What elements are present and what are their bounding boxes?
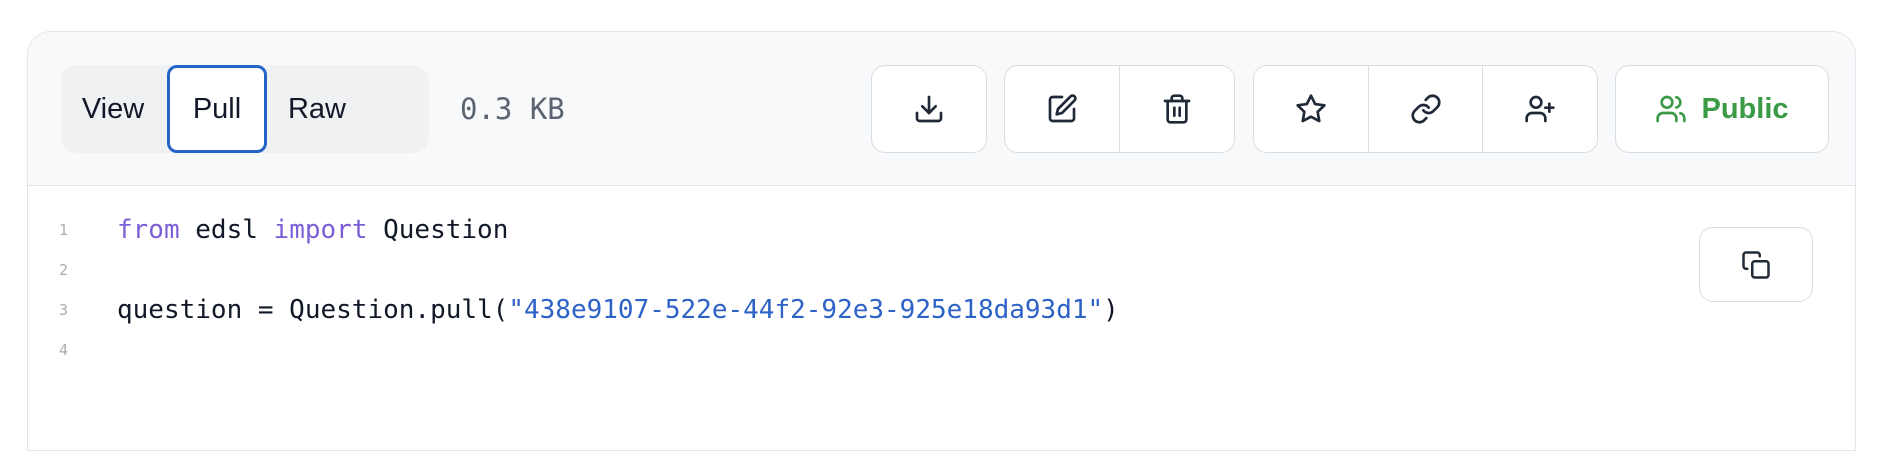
users-icon [1656,95,1687,123]
view-mode-tabs: View Pull Raw [61,65,429,153]
visibility-label: Public [1701,92,1789,125]
tab-raw[interactable]: Raw [267,65,367,153]
user-plus-icon [1524,95,1555,123]
code-token-string: "438e9107-522e-44f2-92e3-925e18da93d1" [508,295,1104,325]
code-text: from edsl import Question [117,215,508,245]
tab-view[interactable]: View [61,65,165,153]
share-button[interactable] [1482,66,1596,152]
edit-delete-group [1004,65,1235,153]
download-group [871,65,987,153]
code-token-plain: edsl [179,215,274,245]
visibility-button[interactable]: Public [1616,66,1828,152]
code-token-plain: question = Question.pull( [117,295,509,325]
star-icon [1296,94,1326,123]
star-button[interactable] [1254,66,1368,152]
code-block: 1 from edsl import Question 2 3 question = Q… [28,186,1855,450]
social-actions-group [1253,65,1598,153]
line-number: 1 [59,221,69,239]
download-icon [915,95,943,123]
code-token-plain: Question [367,215,509,245]
tab-pull[interactable]: Pull [167,65,267,153]
toolbar: View Pull Raw 0.3 KB Public [28,32,1855,186]
file-size: 0.3 KB [460,92,565,126]
code-token-plain: ) [1103,295,1119,325]
line-number: 3 [59,301,69,319]
code-text: question = Question.pull("438e9107-522e-… [117,295,1119,325]
code-token-keyword: import [273,215,368,245]
copy-icon [1742,250,1770,279]
delete-button[interactable] [1119,66,1233,152]
code-token-keyword: from [117,215,180,245]
code-panel: View Pull Raw 0.3 KB Public 1 from edsl … [27,31,1856,451]
line-number: 2 [59,261,69,279]
visibility-group: Public [1615,65,1829,153]
line-number: 4 [59,341,69,359]
edit-button[interactable] [1005,66,1119,152]
trash-icon [1163,94,1190,124]
copy-code-button[interactable] [1699,227,1813,302]
link-icon [1410,94,1441,124]
download-button[interactable] [872,66,986,152]
edit-icon [1048,94,1077,123]
copy-link-button[interactable] [1368,66,1482,152]
